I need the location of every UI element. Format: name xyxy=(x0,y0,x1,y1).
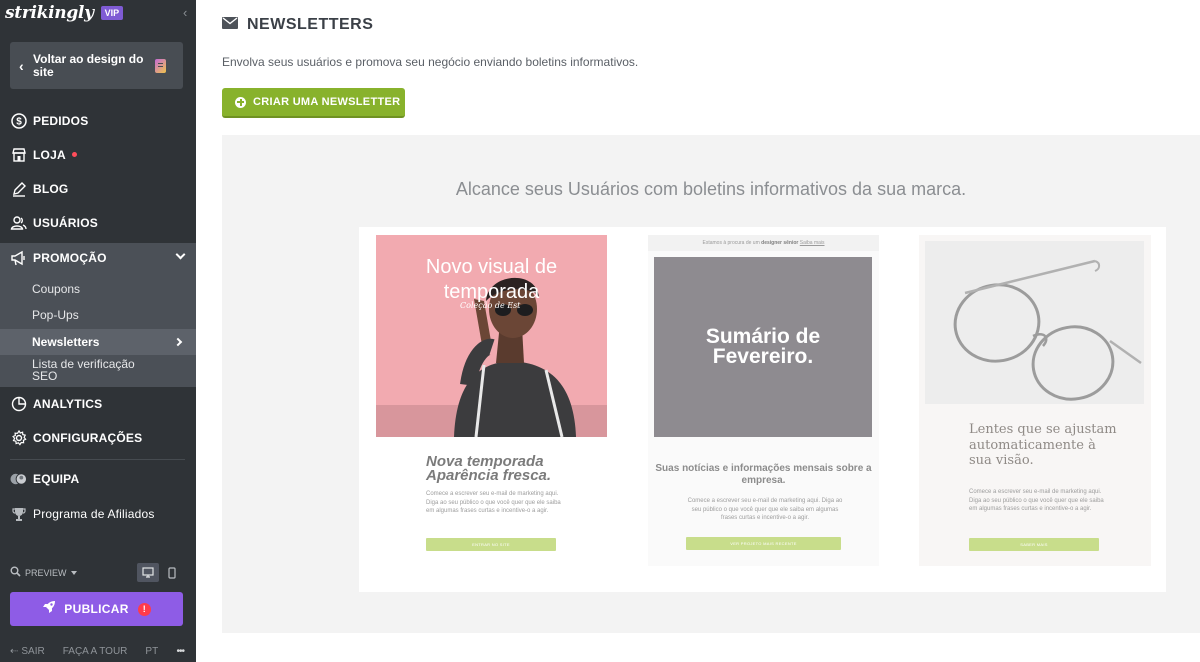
nav-blog[interactable]: BLOG xyxy=(0,174,196,204)
nav-orders-label: PEDIDOS xyxy=(33,114,89,128)
card-body-text: Comece a escrever seu e-mail de marketin… xyxy=(969,489,1104,512)
publish-alert-badge: ! xyxy=(137,602,151,616)
nav-promotion-label: PROMOÇÃO xyxy=(33,251,107,265)
sidebar: strikingly VIP ‹ ‹ Voltar ao design do s… xyxy=(0,0,196,662)
store-icon xyxy=(10,147,27,164)
preview-row: PREVIEW xyxy=(10,563,185,583)
megaphone-icon xyxy=(10,250,27,267)
chevron-left-icon: ‹ xyxy=(19,57,24,74)
newsletter-example-seasonal: Novo visual de temporada Coleção de Est … xyxy=(376,235,607,566)
preview-dropdown[interactable]: PREVIEW xyxy=(25,568,67,578)
collapse-sidebar-icon[interactable]: ‹ xyxy=(183,5,187,20)
nav-users[interactable]: USUÁRIOS xyxy=(0,208,196,238)
card-hero-title: Novo visual de temporada xyxy=(425,256,558,303)
publish-button[interactable]: PUBLICAR ! xyxy=(10,592,183,626)
nav-settings[interactable]: CONFIGURAÇÕES xyxy=(0,423,196,453)
search-icon xyxy=(10,564,21,582)
card-hero-script: Coleção de Est xyxy=(460,301,521,310)
card-headline: Suas notícias e informações mensais sobr… xyxy=(655,463,872,486)
sidebar-item-seo[interactable]: Lista de verificação SEO xyxy=(0,356,196,383)
nav-store-label: LOJA xyxy=(33,148,66,162)
sidebar-item-newsletters[interactable]: Newsletters xyxy=(0,329,196,355)
brand-logo[interactable]: strikingly xyxy=(5,3,94,23)
card-hero-image xyxy=(925,241,1144,404)
nav-affiliates[interactable]: Programa de Afiliados xyxy=(0,499,196,529)
sidebar-divider xyxy=(10,459,185,460)
page-icon xyxy=(155,58,166,73)
nav-promotion[interactable]: PROMOÇÃO xyxy=(0,243,196,273)
card-top-bar: Estamos à procura de um designer sênior … xyxy=(648,235,879,251)
create-newsletter-label: CRIAR UMA NEWSLETTER xyxy=(253,96,401,108)
main-content: NEWSLETTERS Envolva seus usuários e prom… xyxy=(196,0,1200,662)
tour-link[interactable]: FAÇA A TOUR xyxy=(63,646,128,657)
chevron-right-icon xyxy=(173,337,183,347)
sidebar-item-popups[interactable]: Pop-Ups xyxy=(0,302,196,328)
sidebar-item-newsletters-label: Newsletters xyxy=(32,335,100,349)
card-top-bar-bold: designer sênior xyxy=(761,240,799,246)
svg-text:$: $ xyxy=(16,117,22,128)
store-notification-dot xyxy=(71,152,77,157)
nav-blog-label: BLOG xyxy=(33,182,69,196)
page-description: Envolva seus usuários e promova seu negó… xyxy=(222,55,639,69)
mobile-view-button[interactable] xyxy=(161,563,183,582)
card-hero-title: Sumário de Fevereiro. xyxy=(705,325,821,368)
nav-affiliates-label: Programa de Afiliados xyxy=(33,507,155,521)
back-to-design-button[interactable]: ‹ Voltar ao design do site xyxy=(10,42,183,89)
back-to-design-label: Voltar ao design do site xyxy=(33,51,144,79)
users-icon xyxy=(10,215,27,232)
card-headline: Nova temporada Aparência fresca. xyxy=(426,453,552,484)
mobile-icon xyxy=(168,566,176,579)
page-header: NEWSLETTERS xyxy=(222,16,373,34)
publish-label: PUBLICAR xyxy=(64,602,129,616)
card-cta-button: VER PROJETO MAIS RECENTE xyxy=(686,537,841,550)
card-top-bar-text: Estamos à procura de um xyxy=(702,240,760,246)
card-hero-image: Sumário de Fevereiro. xyxy=(654,257,872,437)
create-newsletter-button[interactable]: CRIAR UMA NEWSLETTER xyxy=(222,88,405,118)
app-window: strikingly VIP ‹ ‹ Voltar ao design do s… xyxy=(0,0,1200,662)
newsletter-promo-panel: Alcance seus Usuários com boletins infor… xyxy=(222,135,1200,633)
promo-tagline: Alcance seus Usuários com boletins infor… xyxy=(455,179,967,199)
nav-orders[interactable]: $ PEDIDOS xyxy=(0,106,196,136)
nav-analytics-label: ANALYTICS xyxy=(33,397,103,411)
card-cta-button: ENTRAR NO SITE xyxy=(426,538,556,551)
page-title: NEWSLETTERS xyxy=(247,16,374,33)
plus-circle-icon xyxy=(235,96,246,108)
desktop-view-button[interactable] xyxy=(137,563,159,582)
sidebar-item-coupons[interactable]: Coupons xyxy=(0,276,196,302)
nav-team[interactable]: EQUIPA xyxy=(0,464,196,494)
more-menu-icon[interactable]: ••• xyxy=(176,646,184,657)
nav-analytics[interactable]: ANALYTICS xyxy=(0,389,196,419)
template-examples: Novo visual de temporada Coleção de Est … xyxy=(359,227,1166,592)
chevron-down-icon xyxy=(70,571,77,575)
logout-icon: ⇠ xyxy=(10,645,19,657)
nav-settings-label: CONFIGURAÇÕES xyxy=(33,431,143,445)
nav-team-label: EQUIPA xyxy=(33,472,80,486)
trophy-icon xyxy=(10,506,27,523)
card-top-bar-link: Saiba mais xyxy=(799,240,825,246)
envelope-icon xyxy=(222,16,238,34)
logout-link[interactable]: SAIR xyxy=(21,646,44,657)
gear-icon xyxy=(10,430,27,447)
card-hero-image: Novo visual de temporada Coleção de Est xyxy=(376,235,607,437)
language-switcher[interactable]: PT xyxy=(145,646,158,657)
nav-users-label: USUÁRIOS xyxy=(33,216,98,230)
dollar-circle-icon: $ xyxy=(10,113,27,130)
newsletter-example-monthly: Estamos à procura de um designer sênior … xyxy=(648,235,879,566)
newsletter-example-product: Lentes que se ajustam automaticamente à … xyxy=(919,235,1151,566)
vip-badge: VIP xyxy=(100,6,124,20)
sidebar-footer: ⇠ SAIR FAÇA A TOUR PT ••• xyxy=(10,644,188,658)
pen-icon xyxy=(10,181,27,198)
rocket-icon xyxy=(42,600,56,619)
card-cta-button: SABER MAIS xyxy=(969,538,1099,551)
eyeglasses-illustration xyxy=(953,259,1142,401)
desktop-icon xyxy=(142,567,154,578)
chevron-down-icon xyxy=(175,249,186,260)
pie-chart-icon xyxy=(10,396,27,413)
card-body-text: Comece a escrever seu e-mail de marketin… xyxy=(687,498,843,521)
team-avatar-icon xyxy=(10,471,27,488)
nav-store[interactable]: LOJA xyxy=(0,140,196,170)
brand[interactable]: strikingly VIP xyxy=(5,3,124,23)
card-body-text: Comece a escrever seu e-mail de marketin… xyxy=(426,491,561,514)
card-headline: Lentes que se ajustam automaticamente à … xyxy=(969,422,1117,468)
